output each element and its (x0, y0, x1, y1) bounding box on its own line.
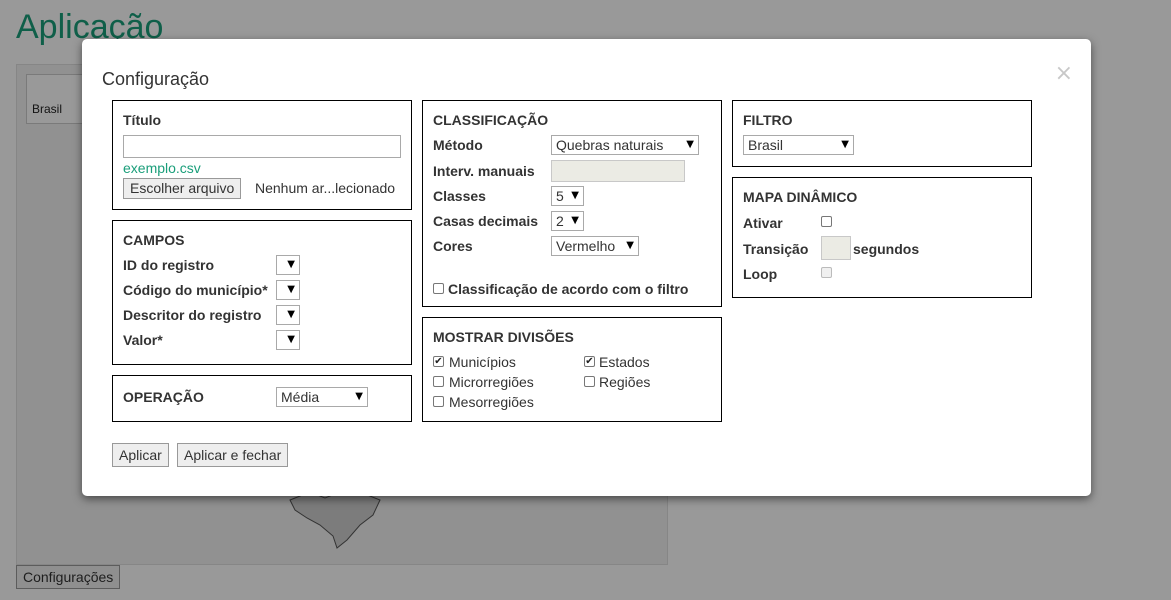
dialog-title: Configuração (102, 69, 210, 89)
fields-title: CAMPOS (123, 232, 185, 248)
chevron-down-icon: ▼ (571, 215, 579, 226)
chevron-down-icon: ▼ (571, 190, 579, 201)
filter-classification-checkbox[interactable] (433, 283, 444, 294)
manual-intervals-input[interactable] (551, 160, 685, 182)
transition-input[interactable] (821, 236, 851, 260)
estados-label: Estados (599, 354, 650, 370)
method-select[interactable]: Quebras naturais ▼ (551, 135, 699, 155)
seconds-label: segundos (853, 241, 920, 257)
field-label-municipio: Código do município* (123, 282, 268, 298)
mesorregioes-label: Mesorregiões (449, 394, 534, 410)
field-select-id[interactable]: ▼ (276, 255, 300, 275)
file-link[interactable]: exemplo.csv (123, 160, 201, 176)
apply-close-button[interactable]: Aplicar e fechar (177, 443, 289, 467)
chevron-down-icon: ▼ (626, 240, 634, 251)
regioes-label: Regiões (599, 374, 651, 390)
choose-file-button[interactable]: Escolher arquivo (123, 178, 242, 199)
filter-select[interactable]: Brasil ▼ (743, 135, 854, 155)
activate-label: Ativar (743, 215, 783, 231)
decimals-label: Casas decimais (433, 213, 539, 229)
filter-title: FILTRO (743, 112, 793, 128)
municipios-checkbox[interactable]: ✔ (433, 356, 444, 367)
classification-title: CLASSIFICAÇÃO (433, 112, 549, 128)
chevron-down-icon: ▼ (841, 139, 849, 150)
operation-section: OPERAÇÃO Média ▼ (112, 375, 412, 422)
field-label-descritor: Descritor do registro (123, 307, 262, 323)
divisions-title: MOSTRAR DIVISÕES (433, 329, 574, 345)
chevron-down-icon: ▼ (287, 259, 295, 270)
method-label: Método (433, 137, 483, 153)
classification-section: CLASSIFICAÇÃO Método Quebras naturais ▼ … (422, 100, 722, 307)
loop-checkbox[interactable] (821, 267, 832, 278)
apply-button[interactable]: Aplicar (112, 443, 169, 467)
microrregioes-checkbox[interactable] (433, 376, 444, 387)
classes-select-value: 5 (556, 188, 564, 204)
activate-checkbox[interactable] (821, 216, 832, 227)
colors-select[interactable]: Vermelho ▼ (551, 236, 639, 256)
dynamic-map-section: MAPA DINÂMICO Ativar Transição segundos … (732, 177, 1032, 298)
decimals-select[interactable]: 2 ▼ (551, 211, 584, 231)
operation-select[interactable]: Média ▼ (276, 387, 368, 407)
chevron-down-icon: ▼ (287, 334, 295, 345)
field-label-valor: Valor* (123, 332, 163, 348)
filter-section: FILTRO Brasil ▼ (732, 100, 1032, 167)
field-select-valor[interactable]: ▼ (276, 330, 300, 350)
estados-checkbox[interactable]: ✔ (584, 356, 595, 367)
method-select-value: Quebras naturais (556, 137, 664, 153)
manual-intervals-label: Interv. manuais (433, 163, 535, 179)
colors-label: Cores (433, 238, 473, 254)
operation-title: OPERAÇÃO (123, 389, 204, 405)
title-section: Título exemplo.csv Escolher arquivo Nenh… (112, 100, 412, 210)
chevron-down-icon: ▼ (287, 284, 295, 295)
divisions-section: MOSTRAR DIVISÕES ✔ Municípios ✔ Estados … (422, 317, 722, 422)
chevron-down-icon: ▼ (287, 309, 295, 320)
classes-label: Classes (433, 188, 486, 204)
field-select-descritor[interactable]: ▼ (276, 305, 300, 325)
config-dialog: Configuração × Título exemplo.csv Escolh… (82, 39, 1091, 496)
decimals-select-value: 2 (556, 213, 564, 229)
chevron-down-icon: ▼ (355, 391, 363, 402)
regioes-checkbox[interactable] (584, 376, 595, 387)
loop-label: Loop (743, 266, 778, 282)
dynamic-map-title: MAPA DINÂMICO (743, 189, 858, 205)
fields-section: CAMPOS ID do registro ▼ Código do municí… (112, 220, 412, 365)
operation-select-value: Média (281, 389, 320, 405)
transition-label: Transição (743, 241, 809, 257)
field-label-id: ID do registro (123, 257, 215, 273)
colors-select-value: Vermelho (556, 238, 616, 254)
close-icon[interactable]: × (1055, 61, 1073, 86)
title-input[interactable] (123, 135, 401, 158)
microrregioes-label: Microrregiões (449, 374, 534, 390)
filter-classification-label: Classificação de acordo com o filtro (448, 281, 689, 297)
file-status: Nenhum ar...lecionado (255, 180, 396, 196)
mesorregioes-checkbox[interactable] (433, 396, 444, 407)
title-label: Título (123, 112, 162, 128)
municipios-label: Municípios (449, 354, 516, 370)
field-select-municipio[interactable]: ▼ (276, 280, 300, 300)
filter-select-value: Brasil (748, 137, 784, 153)
classes-select[interactable]: 5 ▼ (551, 186, 584, 206)
chevron-down-icon: ▼ (686, 139, 694, 150)
